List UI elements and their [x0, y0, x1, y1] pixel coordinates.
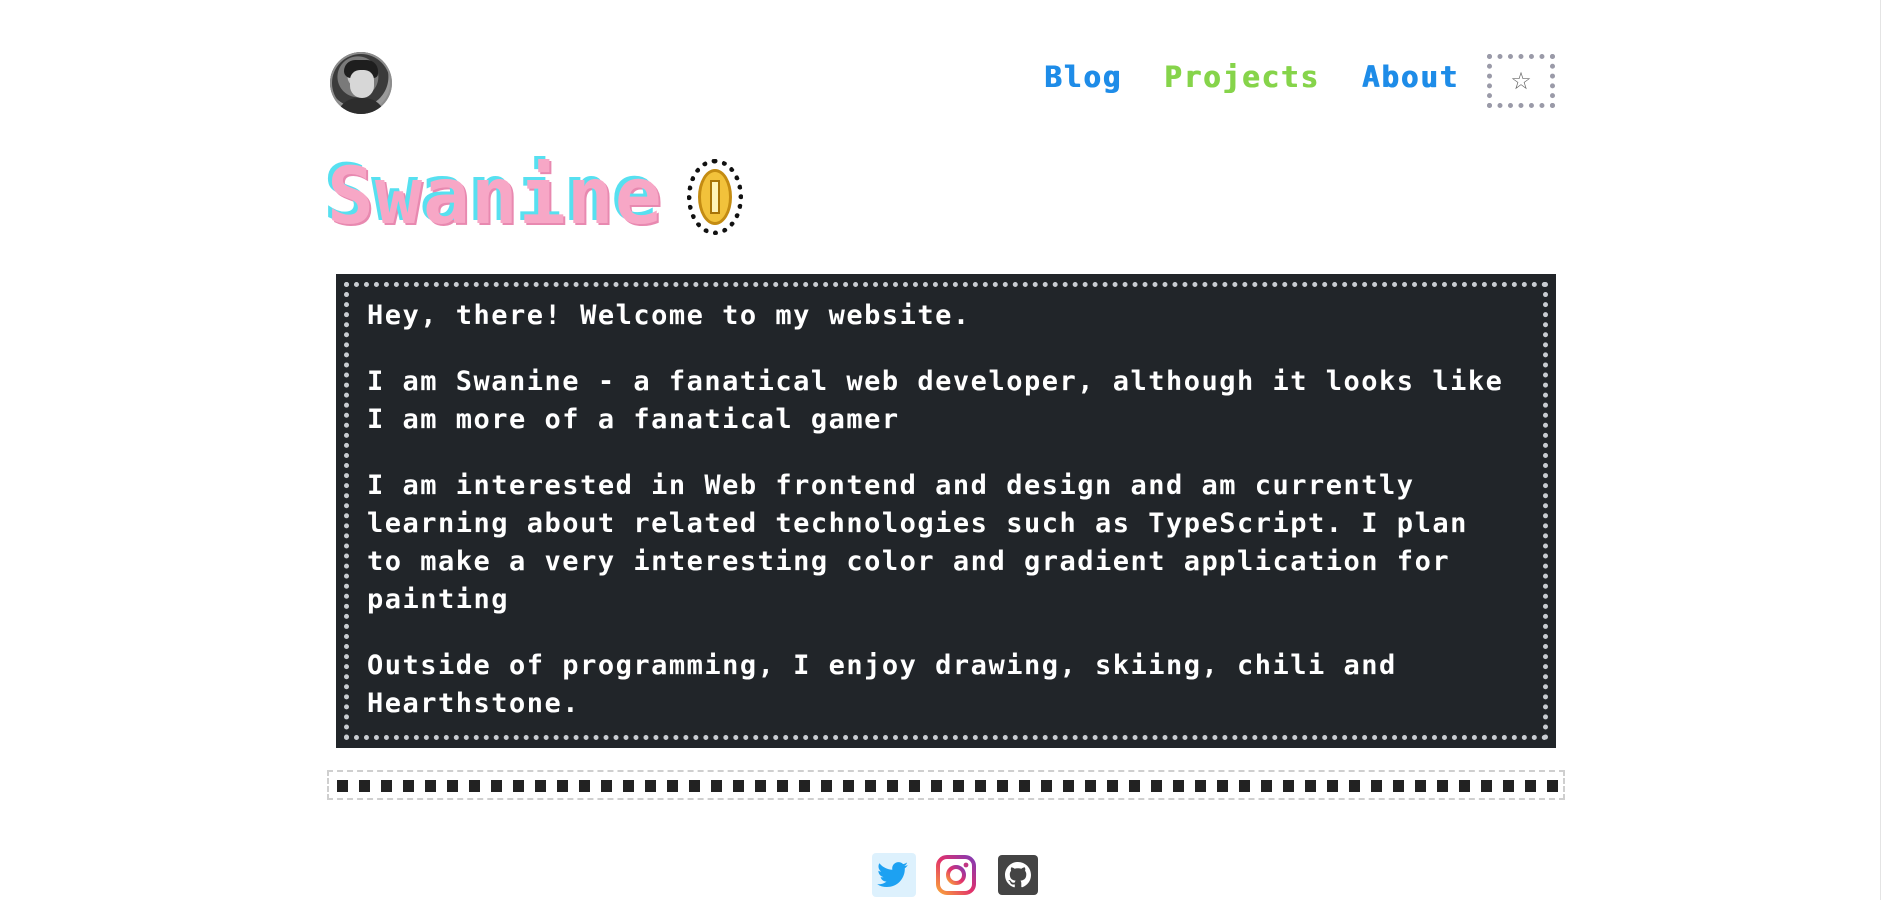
intro-paragraph: Outside of programming, I enjoy drawing,… [367, 650, 1397, 719]
instagram-icon [936, 855, 976, 895]
main-nav: Blog Projects About [1044, 60, 1459, 94]
instagram-link[interactable] [934, 853, 978, 897]
coin-slot [709, 180, 720, 214]
intro-paragraph: Hey, there! Welcome to my website. [367, 300, 971, 331]
theme-toggle-button[interactable]: ☆ [1487, 54, 1555, 108]
social-links [872, 853, 1040, 897]
intro-paragraph: I am Swanine - a fanatical web developer… [367, 366, 1504, 435]
avatar[interactable] [330, 52, 392, 114]
pixel-divider [327, 770, 1565, 800]
nav-about-link[interactable]: About [1362, 60, 1459, 94]
twitter-link[interactable] [872, 853, 916, 897]
nav-blog-link[interactable]: Blog [1044, 60, 1122, 94]
avatar-shoulder [336, 98, 386, 114]
intro-box: Hey, there! Welcome to my website. I am … [336, 274, 1556, 748]
page-scrollbar[interactable] [1880, 0, 1896, 900]
intro-paragraph: I am interested in Web frontend and desi… [367, 470, 1468, 615]
github-link[interactable] [996, 853, 1040, 897]
intro-content: Hey, there! Welcome to my website. I am … [344, 282, 1548, 740]
page-container: Blog Projects About ☆ Swanine Hey, there… [327, 0, 1567, 900]
coin-face [697, 169, 732, 225]
hero: Swanine [327, 152, 743, 242]
coin-icon [686, 159, 743, 235]
avatar-face [350, 70, 374, 98]
twitter-icon [872, 853, 916, 897]
star-icon: ☆ [1510, 67, 1532, 95]
site-title: Swanine [327, 152, 663, 242]
nav-projects-link[interactable]: Projects [1164, 60, 1320, 94]
github-icon [998, 855, 1038, 895]
